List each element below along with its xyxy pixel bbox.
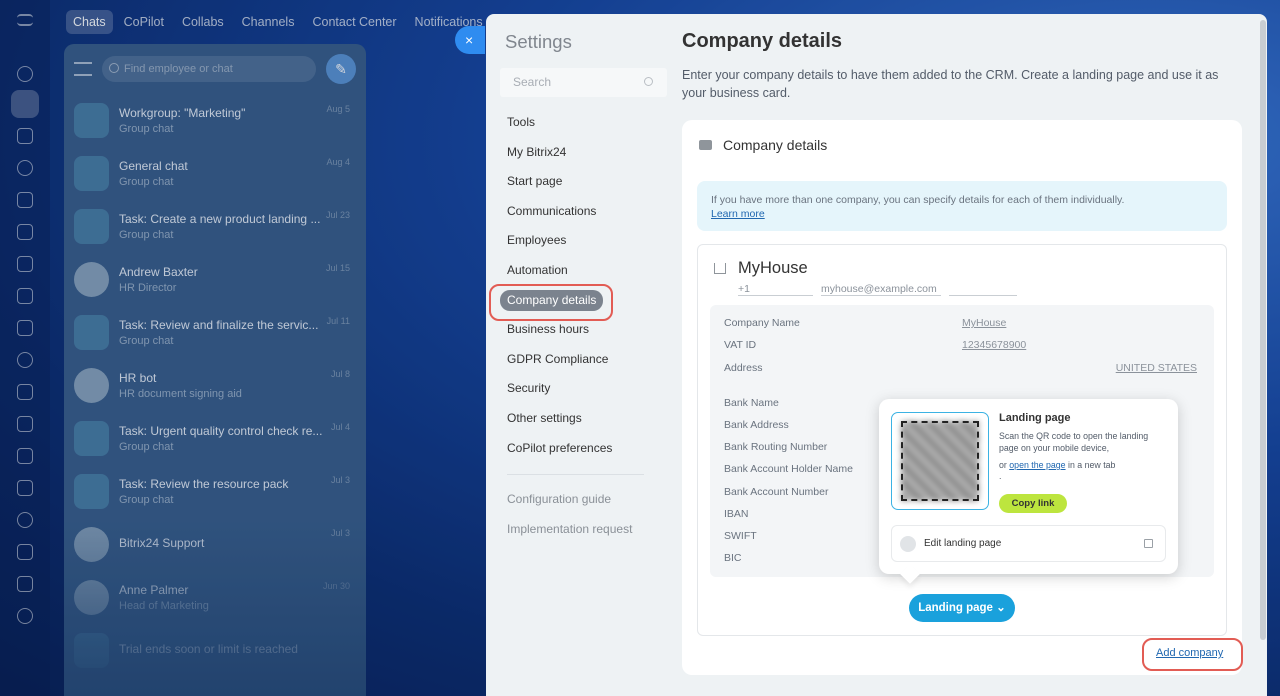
menu-item-tools[interactable]: Tools bbox=[507, 115, 647, 145]
field-label: IBAN bbox=[724, 508, 749, 520]
company-email[interactable]: myhouse@example.com bbox=[821, 283, 941, 296]
company-details-highlight bbox=[489, 284, 613, 321]
popup-title: Landing page bbox=[999, 412, 1071, 424]
info-text: If you have more than one company, you c… bbox=[711, 194, 1125, 206]
popup-open-line: or open the page in a new tab bbox=[999, 460, 1115, 470]
card-header: Company details bbox=[699, 137, 827, 153]
menu-item-security[interactable]: Security bbox=[507, 381, 647, 411]
landing-page-button-label: Landing page bbox=[918, 602, 993, 614]
card-title: Company details bbox=[723, 137, 828, 153]
field-value[interactable]: MyHouse bbox=[962, 317, 1006, 330]
settings-secondary-menu: Configuration guide Implementation reque… bbox=[507, 492, 632, 552]
menu-item-copilot-preferences[interactable]: CoPilot preferences bbox=[507, 441, 647, 471]
company-name: MyHouse bbox=[738, 259, 808, 277]
settings-title: Settings bbox=[505, 31, 572, 52]
edit-landing-page-button[interactable]: Edit landing page bbox=[891, 525, 1166, 562]
field-label: Bank Account Holder Name bbox=[724, 463, 853, 475]
popup-or: or bbox=[999, 460, 1007, 470]
field-label: Bank Account Number bbox=[724, 486, 829, 498]
field-label: VAT ID bbox=[724, 339, 757, 351]
popup-dot: . bbox=[999, 471, 1002, 481]
menu-item-employees[interactable]: Employees bbox=[507, 233, 647, 263]
edit-landing-page-label: Edit landing page bbox=[924, 538, 1002, 549]
settings-search-input[interactable]: Search bbox=[500, 68, 667, 97]
copy-link-button[interactable]: Copy link bbox=[999, 494, 1067, 513]
edit-icon bbox=[900, 536, 916, 552]
building-icon bbox=[714, 263, 726, 274]
field-label: Bank Routing Number bbox=[724, 441, 828, 453]
company-details-card: Company details If you have more than on… bbox=[682, 120, 1242, 675]
field-label: Bank Name bbox=[724, 397, 779, 409]
popup-new-tab: in a new tab bbox=[1068, 460, 1116, 470]
field-label: BIC bbox=[724, 552, 742, 564]
menu-item-start-page[interactable]: Start page bbox=[507, 174, 647, 204]
field-value[interactable]: 12345678900 bbox=[962, 339, 1026, 352]
menu-divider bbox=[507, 474, 644, 475]
close-slider-button[interactable]: × bbox=[455, 26, 485, 54]
search-icon bbox=[644, 77, 653, 86]
open-page-link[interactable]: open the page bbox=[1009, 460, 1065, 470]
menu-item-other-settings[interactable]: Other settings bbox=[507, 411, 647, 441]
page-title: Company details bbox=[682, 30, 843, 52]
menu-item-gdpr[interactable]: GDPR Compliance bbox=[507, 352, 647, 382]
field-label: Address bbox=[724, 362, 763, 374]
page-description: Enter your company details to have them … bbox=[682, 68, 1219, 100]
field-label: Bank Address bbox=[724, 419, 789, 431]
add-company-highlight bbox=[1142, 638, 1243, 671]
learn-more-link[interactable]: Learn more bbox=[711, 208, 765, 220]
external-link-icon bbox=[1144, 539, 1153, 548]
landing-page-button[interactable]: Landing page ⌄ bbox=[909, 594, 1015, 622]
qr-code-box bbox=[891, 412, 989, 510]
menu-item-configuration-guide[interactable]: Configuration guide bbox=[507, 492, 632, 522]
info-banner: If you have more than one company, you c… bbox=[697, 181, 1227, 231]
chevron-down-icon: ⌄ bbox=[996, 602, 1006, 614]
company-contacts: +1 myhouse@example.com bbox=[738, 283, 1017, 296]
scrollbar[interactable] bbox=[1260, 20, 1266, 640]
field-label: Company Name bbox=[724, 317, 800, 329]
menu-item-my-bitrix24[interactable]: My Bitrix24 bbox=[507, 145, 647, 175]
landing-page-popup: Landing page Scan the QR code to open th… bbox=[879, 399, 1178, 574]
briefcase-icon bbox=[699, 140, 712, 150]
company-phone[interactable]: +1 bbox=[738, 283, 813, 296]
company-website[interactable] bbox=[948, 283, 1017, 296]
settings-search-placeholder: Search bbox=[513, 75, 552, 89]
menu-item-implementation-request[interactable]: Implementation request bbox=[507, 522, 632, 552]
menu-item-communications[interactable]: Communications bbox=[507, 204, 647, 234]
settings-slider: Settings Search Tools My Bitrix24 Start … bbox=[486, 14, 1267, 696]
menu-item-business-hours[interactable]: Business hours bbox=[507, 322, 647, 352]
popup-description: Scan the QR code to open the landing pag… bbox=[999, 431, 1149, 453]
qr-code-frame bbox=[901, 421, 979, 501]
field-value[interactable]: UNITED STATES bbox=[962, 362, 1197, 375]
field-label: SWIFT bbox=[724, 530, 757, 542]
